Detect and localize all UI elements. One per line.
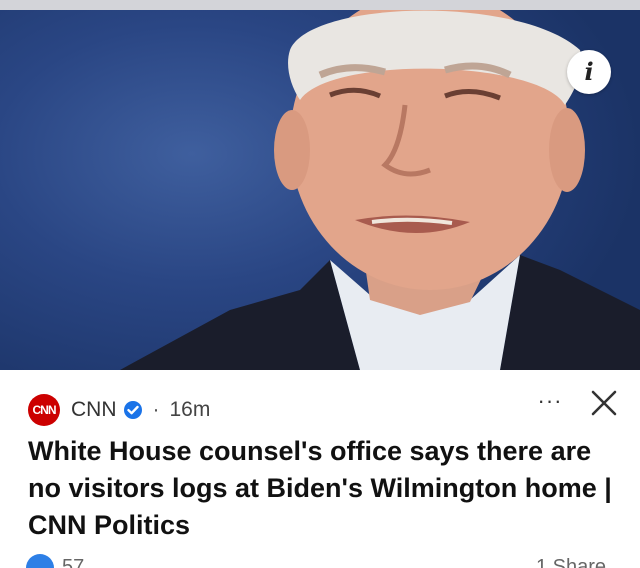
source-name[interactable]: CNN bbox=[71, 398, 117, 422]
more-options-button[interactable]: ··· bbox=[534, 388, 566, 420]
article-headline[interactable]: White House counsel's office says there … bbox=[28, 433, 618, 544]
info-icon: i bbox=[584, 57, 594, 86]
cnn-logo-icon[interactable]: CNN bbox=[28, 394, 60, 426]
article-meta: CNN CNN · 16m bbox=[28, 390, 210, 430]
share-count[interactable]: 1 Share bbox=[536, 556, 606, 568]
like-count: 57 bbox=[62, 556, 85, 568]
verified-check-icon bbox=[123, 401, 142, 419]
meta-separator: · bbox=[152, 398, 160, 421]
close-icon[interactable] bbox=[588, 387, 620, 419]
top-status-strip bbox=[0, 0, 640, 10]
news-photo[interactable]: i bbox=[0, 10, 640, 370]
photo-illustration bbox=[120, 10, 640, 370]
engagement-bar: 57 1 Share bbox=[0, 548, 640, 568]
time-ago: 16m bbox=[169, 398, 211, 421]
info-button[interactable]: i bbox=[567, 50, 611, 94]
thumbs-up-icon[interactable] bbox=[26, 554, 54, 568]
